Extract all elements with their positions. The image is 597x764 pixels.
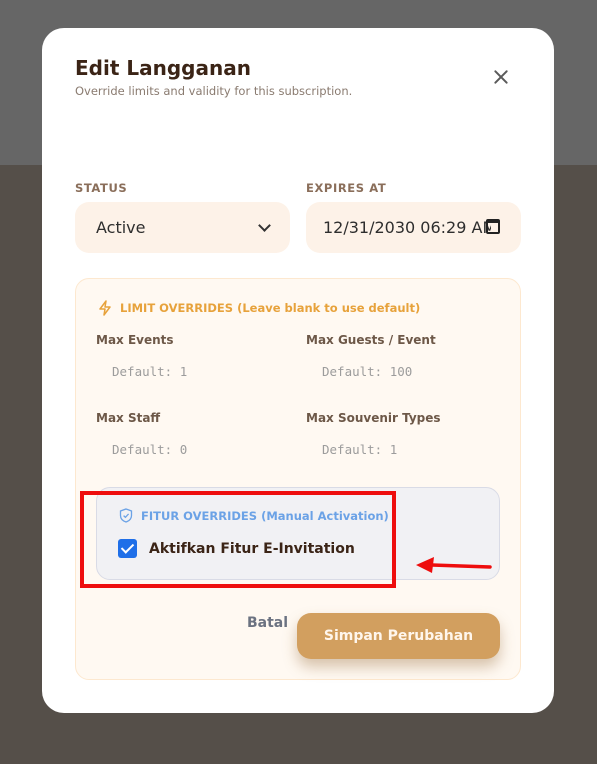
limit-overrides-panel: LIMIT OVERRIDES (Leave blank to use defa… xyxy=(75,278,521,680)
cancel-button[interactable]: Batal xyxy=(247,615,288,631)
max-guests-label: Max Guests / Event xyxy=(306,333,436,347)
annotation-highlight-box xyxy=(80,491,396,588)
expires-at-value: 12/31/2030 06:29 AM xyxy=(323,218,491,237)
limit-overrides-title: LIMIT OVERRIDES (Leave blank to use defa… xyxy=(120,301,421,315)
max-souvenir-types-label: Max Souvenir Types xyxy=(306,411,441,425)
expires-at-input[interactable]: 12/31/2030 06:29 AM xyxy=(306,202,521,253)
max-staff-label: Max Staff xyxy=(96,411,161,425)
max-staff-input[interactable]: Default: 0 xyxy=(96,432,292,468)
annotation-arrow-icon xyxy=(416,557,492,573)
status-label: STATUS xyxy=(75,181,128,195)
close-icon[interactable] xyxy=(488,64,514,90)
max-events-label: Max Events xyxy=(96,333,174,347)
limit-overrides-heading: LIMIT OVERRIDES (Leave blank to use defa… xyxy=(98,300,420,316)
max-souvenir-types-input[interactable]: Default: 1 xyxy=(306,432,502,468)
modal-title: Edit Langganan xyxy=(75,56,251,80)
status-select[interactable]: Active xyxy=(75,202,290,253)
chevron-down-icon xyxy=(258,218,271,232)
save-changes-button[interactable]: Simpan Perubahan xyxy=(297,613,500,659)
max-events-input[interactable]: Default: 1 xyxy=(96,354,292,390)
modal-subtitle: Override limits and validity for this su… xyxy=(75,84,353,98)
calendar-icon[interactable] xyxy=(486,219,500,234)
expires-at-label: EXPIRES AT xyxy=(306,181,387,195)
edit-subscription-modal: Edit Langganan Override limits and valid… xyxy=(42,28,554,713)
max-guests-input[interactable]: Default: 100 xyxy=(306,354,502,390)
bolt-icon xyxy=(99,300,111,316)
status-selected-value: Active xyxy=(96,218,146,237)
